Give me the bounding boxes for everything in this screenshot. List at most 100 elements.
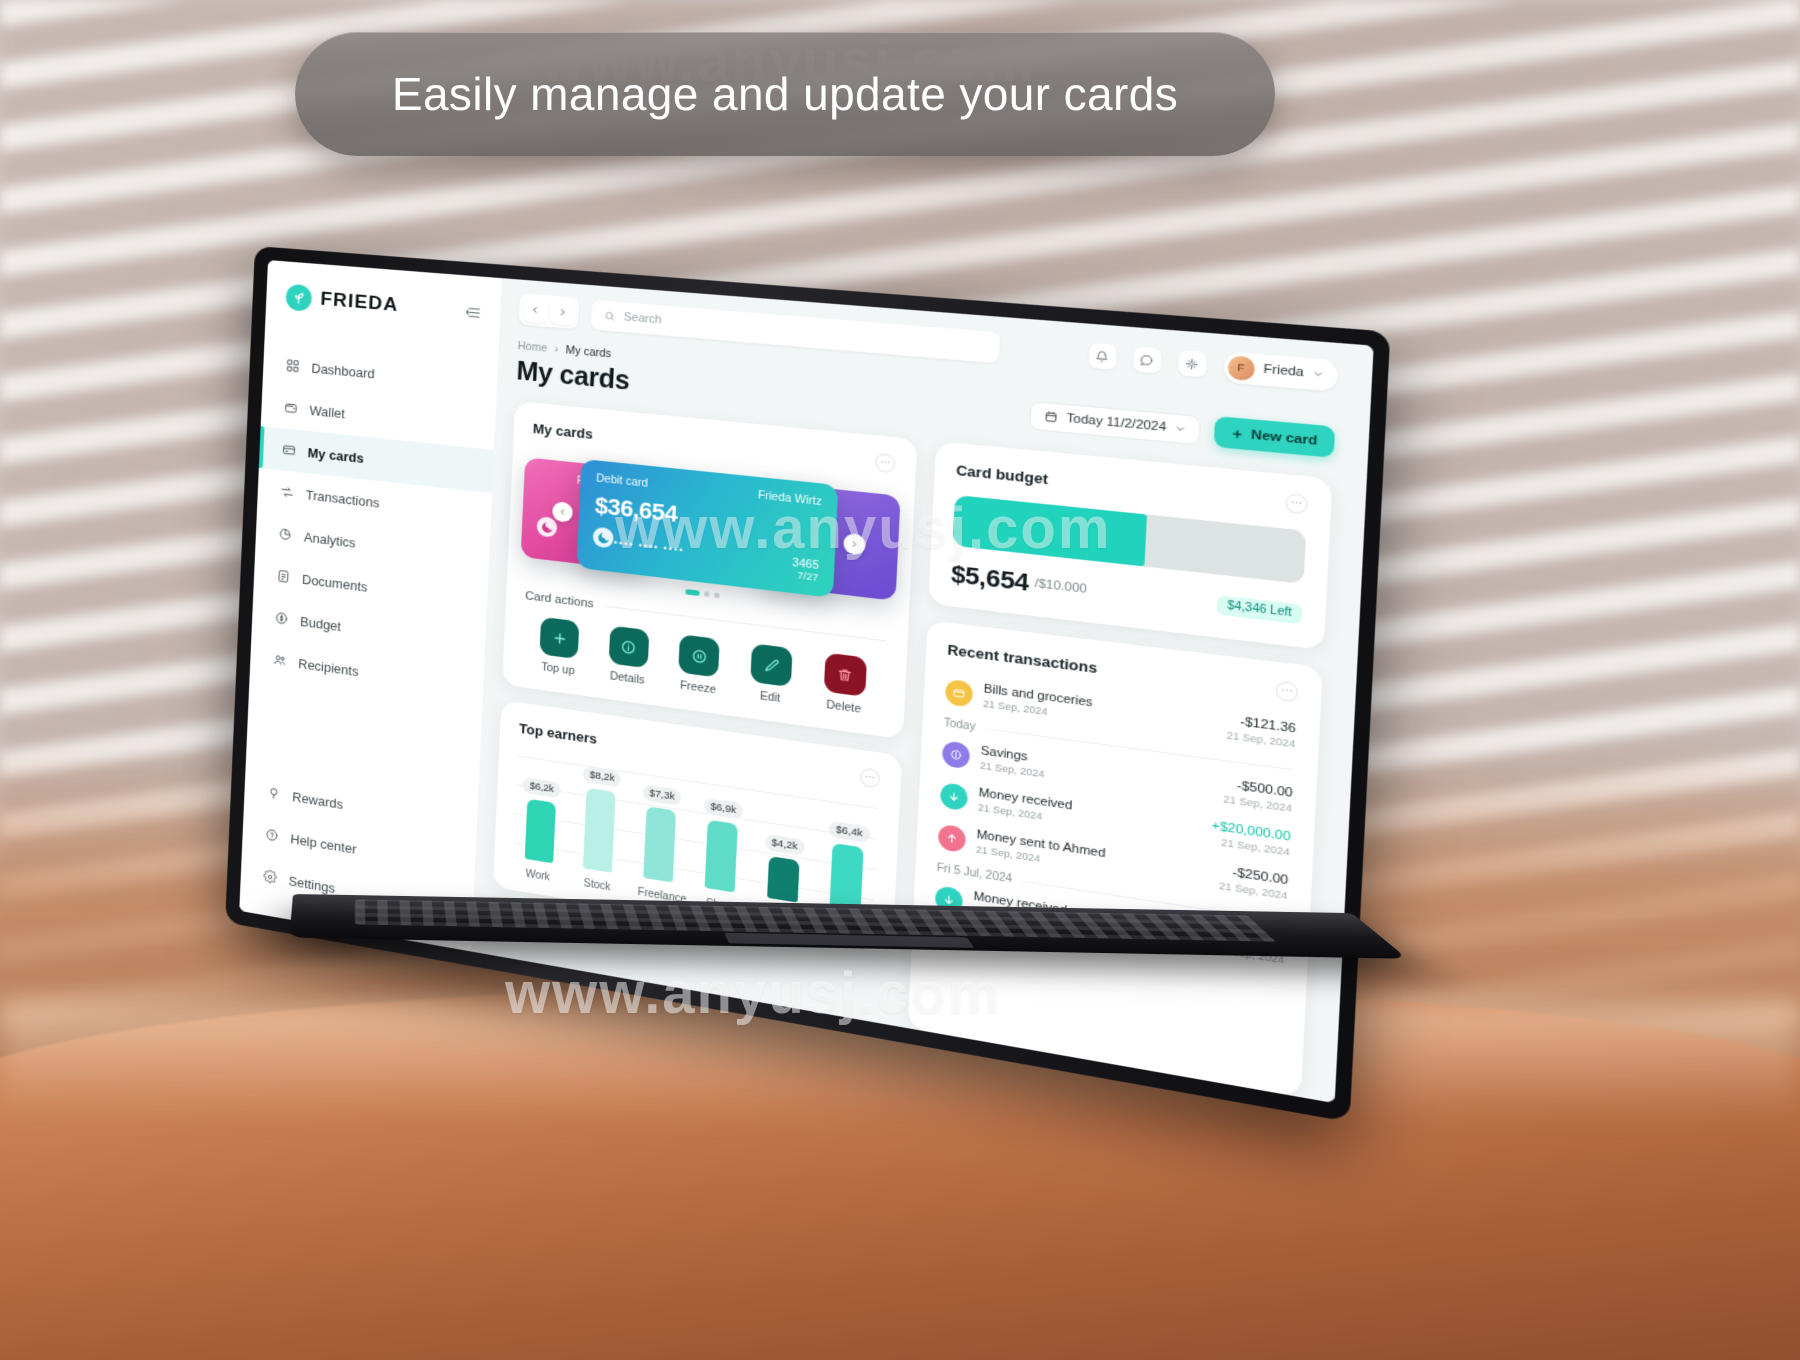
chart-bar-label: $8,2k bbox=[582, 766, 622, 788]
chart-bar bbox=[583, 787, 616, 873]
help-circle-icon bbox=[264, 826, 280, 845]
action-details[interactable]: Details bbox=[597, 624, 660, 689]
promo-banner: Easily manage and update your cards bbox=[295, 32, 1275, 156]
my-cards-panel: My cards ⋯ Frieda Wirtz bbox=[502, 401, 918, 740]
card-type: Debit card bbox=[595, 471, 649, 491]
users-icon bbox=[272, 651, 288, 669]
action-top-up[interactable]: Top up bbox=[528, 615, 590, 679]
chart-bar-label: $6,9k bbox=[703, 797, 744, 820]
new-card-label: New card bbox=[1250, 427, 1318, 448]
sparkle-icon[interactable] bbox=[1177, 350, 1207, 378]
plus-icon bbox=[539, 616, 580, 660]
card-active[interactable]: Debit card Frieda Wirtz $36,654 •••• •••… bbox=[576, 458, 839, 598]
chart-bar-column: $6,2k bbox=[519, 777, 561, 864]
budget-progress-fill bbox=[952, 494, 1148, 567]
action-label: Details bbox=[609, 669, 645, 688]
action-delete[interactable]: Delete bbox=[811, 651, 878, 718]
pencil-icon bbox=[750, 643, 793, 688]
message-icon[interactable] bbox=[1132, 346, 1162, 374]
breadcrumb-separator: › bbox=[554, 343, 559, 356]
collapse-sidebar-icon[interactable] bbox=[466, 305, 482, 320]
pagination-dot[interactable] bbox=[703, 591, 710, 598]
search-icon bbox=[604, 310, 615, 321]
chart-bar-label: $7,3k bbox=[642, 784, 682, 807]
chart-bar bbox=[829, 842, 865, 913]
sidebar: FRIEDA Dashboard Wallet My cards Transac… bbox=[239, 260, 502, 952]
pagination-dot[interactable] bbox=[713, 592, 720, 599]
more-horizontal-icon[interactable]: ⋯ bbox=[1285, 492, 1309, 515]
brand-name: FRIEDA bbox=[320, 288, 399, 317]
card-actions-label: Card actions bbox=[524, 589, 594, 611]
sidebar-item-label: Documents bbox=[301, 571, 368, 595]
breadcrumb-home[interactable]: Home bbox=[517, 340, 547, 355]
card-budget-title: Card budget bbox=[955, 461, 1049, 488]
more-horizontal-icon[interactable]: ⋯ bbox=[874, 452, 896, 474]
card-owner: Frieda Wirtz bbox=[757, 488, 823, 509]
search-placeholder: Search bbox=[623, 310, 662, 327]
user-menu[interactable]: F Frieda bbox=[1223, 350, 1339, 392]
user-name: Frieda bbox=[1263, 362, 1305, 380]
promo-banner-text: Easily manage and update your cards bbox=[391, 68, 1179, 120]
chart-bar bbox=[704, 819, 738, 893]
transaction-info: Savings 21 Sep, 2024 bbox=[980, 744, 1046, 779]
action-label: Freeze bbox=[679, 679, 717, 697]
chevron-down-icon bbox=[1313, 369, 1324, 379]
arrow-up-icon bbox=[937, 823, 967, 853]
medal-icon bbox=[266, 784, 282, 802]
pagination-dot[interactable] bbox=[685, 589, 700, 597]
bell-icon[interactable] bbox=[1088, 342, 1117, 370]
laptop-mockup: FRIEDA Dashboard Wallet My cards Transac… bbox=[225, 246, 1435, 1123]
chart-bar-column: $7,3k bbox=[638, 784, 682, 883]
transaction-amount-block: -$500.00 21 Sep, 2024 bbox=[1223, 777, 1293, 814]
chart-bar bbox=[766, 855, 800, 903]
document-icon bbox=[275, 567, 291, 585]
transaction-info: Money received21 Sep, 2024 bbox=[978, 786, 1073, 826]
back-button[interactable] bbox=[521, 296, 549, 324]
card-budget-panel: Card budget ⋯ $5,654 /$10.000 $4,346 Lef… bbox=[928, 441, 1333, 651]
more-horizontal-icon[interactable]: ⋯ bbox=[859, 767, 881, 789]
laptop-lid: FRIEDA Dashboard Wallet My cards Transac… bbox=[225, 246, 1391, 1123]
breadcrumb-current: My cards bbox=[565, 343, 612, 361]
action-edit[interactable]: Edit bbox=[738, 642, 804, 708]
chart-bar-column: $6,9k bbox=[699, 797, 744, 894]
chart-bar bbox=[643, 806, 677, 883]
chart-bar-label: $4,2k bbox=[764, 833, 805, 856]
chart-bar-label: $6,4k bbox=[828, 820, 870, 844]
budget-left-badge: $4,346 Left bbox=[1216, 594, 1303, 624]
main-area: Search F Frieda Home › My cards My cards… bbox=[471, 278, 1374, 1103]
sidebar-item-label: Settings bbox=[288, 872, 336, 896]
laptop-screen: FRIEDA Dashboard Wallet My cards Transac… bbox=[239, 260, 1374, 1104]
date-filter-label: Today 11/2/2024 bbox=[1066, 411, 1167, 434]
trash-icon bbox=[823, 652, 867, 697]
transaction-amount-block: -$121.36 21 Sep, 2024 bbox=[1226, 713, 1296, 750]
my-cards-panel-title: My cards bbox=[532, 420, 594, 443]
pie-chart-icon bbox=[277, 525, 293, 543]
transfer-icon bbox=[279, 483, 295, 501]
recent-transactions-title: Recent transactions bbox=[946, 641, 1098, 677]
action-freeze[interactable]: Freeze bbox=[667, 633, 732, 698]
nav-arrows bbox=[518, 293, 580, 330]
cards-carousel[interactable]: Frieda Wirtz 3465 bbox=[520, 452, 901, 607]
wallet-icon bbox=[283, 399, 299, 417]
action-label: Edit bbox=[759, 689, 781, 706]
chart-x-label: Stock bbox=[583, 877, 611, 894]
content-grid: My cards ⋯ Frieda Wirtz bbox=[471, 385, 1367, 1103]
trackpad bbox=[724, 933, 975, 948]
chart-bar-column: $6,4k bbox=[825, 820, 871, 914]
chart-bar-column: $8,2k bbox=[578, 766, 622, 873]
more-horizontal-icon[interactable]: ⋯ bbox=[1275, 680, 1299, 703]
calendar-icon bbox=[1044, 410, 1058, 423]
transaction-group-label: Today bbox=[943, 717, 976, 734]
sidebar-item-label: Transactions bbox=[305, 486, 380, 511]
card-brand-logo-icon bbox=[593, 526, 615, 549]
chart-bar-label: $6,2k bbox=[522, 777, 561, 799]
card-icon bbox=[281, 441, 297, 459]
brand: FRIEDA bbox=[266, 282, 501, 328]
chart-bar-column: $4,2k bbox=[762, 833, 806, 904]
chart-x-label: Work bbox=[525, 868, 551, 884]
action-label: Top up bbox=[540, 660, 575, 678]
forward-button[interactable] bbox=[549, 298, 577, 326]
transaction-amount-block: -$250.00 21 Sep, 2024 bbox=[1219, 864, 1289, 902]
card-brand-logo-icon bbox=[536, 515, 558, 539]
wallet-icon bbox=[944, 678, 974, 708]
